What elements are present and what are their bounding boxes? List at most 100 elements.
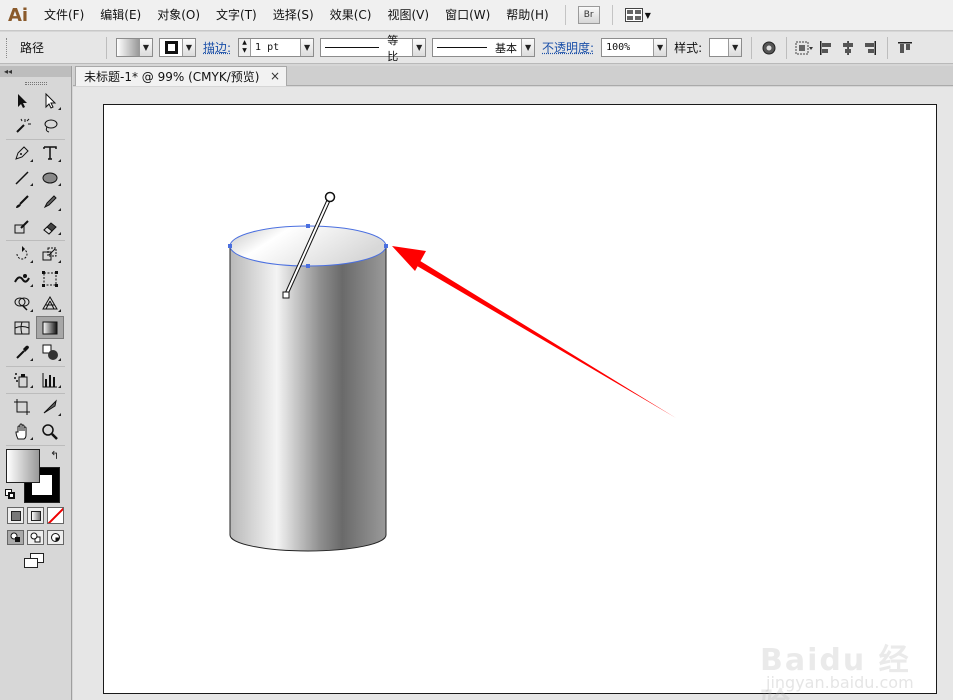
- type-tool[interactable]: [36, 142, 64, 165]
- mesh-tool[interactable]: [8, 316, 36, 339]
- stroke-weight-stepper[interactable]: ▲ ▼: [239, 39, 252, 56]
- free-transform-tool-icon: [42, 270, 58, 287]
- ellipse-tool[interactable]: [36, 166, 64, 189]
- stroke-panel-link[interactable]: 描边:: [199, 39, 235, 56]
- menu-file[interactable]: 文件(F): [36, 0, 92, 31]
- chevron-down-icon: ▼: [139, 39, 152, 56]
- menu-help[interactable]: 帮助(H): [498, 0, 556, 31]
- column-graph-tool-icon: [42, 372, 57, 388]
- document-tab-bar: 未标题-1* @ 99% (CMYK/预览) ×: [73, 66, 953, 86]
- blend-tool[interactable]: [36, 341, 64, 364]
- hand-tool[interactable]: [8, 420, 36, 443]
- fill-swatch-dropdown[interactable]: ▼: [116, 38, 153, 57]
- draw-normal-button[interactable]: [7, 530, 24, 545]
- gradient-mode-button[interactable]: [27, 507, 44, 524]
- document-tab[interactable]: 未标题-1* @ 99% (CMYK/预览) ×: [75, 66, 287, 86]
- stroke-weight-field[interactable]: ▲ ▼ 1 pt ▼: [238, 38, 315, 57]
- artboard-tool[interactable]: [8, 396, 36, 419]
- opacity-field[interactable]: 100% ▼: [601, 38, 668, 57]
- stroke-swatch-dropdown[interactable]: ▼: [159, 38, 196, 57]
- align-center-button[interactable]: [839, 39, 857, 57]
- menu-window[interactable]: 窗口(W): [437, 0, 498, 31]
- chevron-down-icon: ▼: [728, 39, 742, 56]
- cylinder-body[interactable]: [229, 245, 387, 552]
- menu-bar: Ai 文件(F) 编辑(E) 对象(O) 文字(T) 选择(S) 效果(C) 视…: [0, 0, 953, 31]
- screen-mode-button[interactable]: [24, 553, 46, 569]
- pen-tool[interactable]: [8, 142, 36, 165]
- menu-edit[interactable]: 编辑(E): [92, 0, 149, 31]
- line-segment-tool[interactable]: [8, 166, 36, 189]
- color-mode-button[interactable]: [7, 507, 24, 524]
- tools-panel: ◂◂ ↰: [0, 66, 72, 700]
- graphic-style-dropdown[interactable]: ▼: [709, 38, 743, 57]
- gradient-end-handle[interactable]: [324, 191, 336, 203]
- align-to-selection-button[interactable]: [795, 39, 814, 57]
- variable-width-profile-dropdown[interactable]: 等比 ▼: [320, 34, 427, 63]
- artwork[interactable]: [104, 105, 938, 695]
- selection-tool[interactable]: [8, 90, 36, 113]
- slice-tool[interactable]: [36, 396, 64, 419]
- menu-object[interactable]: 对象(O): [149, 0, 208, 31]
- canvas-area[interactable]: Baidu 经验 jingyan.baidu.com: [73, 87, 953, 700]
- scale-tool[interactable]: [36, 243, 64, 266]
- document-tab-title: 未标题-1* @ 99% (CMYK/预览): [84, 70, 260, 84]
- opacity-panel-link[interactable]: 不透明度:: [538, 39, 598, 56]
- hand-tool-icon: [15, 423, 27, 440]
- warp-tool[interactable]: [8, 267, 36, 290]
- profile-line-preview: [325, 47, 380, 48]
- menu-view[interactable]: 视图(V): [379, 0, 437, 31]
- selection-tool-icon: [18, 94, 27, 109]
- direct-selection-tool[interactable]: [36, 90, 64, 113]
- default-fill-stroke-icon[interactable]: [5, 489, 15, 499]
- shape-builder-tool-icon: [14, 297, 30, 311]
- brush-definition-dropdown[interactable]: 基本 ▼: [432, 38, 536, 57]
- zoom-tool-icon: [42, 424, 58, 440]
- shape-builder-tool[interactable]: [8, 292, 36, 315]
- draw-inside-button[interactable]: [47, 530, 64, 545]
- column-graph-tool[interactable]: [36, 368, 64, 391]
- workspace-switcher-button[interactable]: ▼: [624, 8, 651, 22]
- fill-color-swatch[interactable]: [6, 449, 40, 483]
- symbol-sprayer-tool[interactable]: [8, 368, 36, 391]
- menu-select[interactable]: 选择(S): [265, 0, 322, 31]
- align-left-button[interactable]: [817, 39, 835, 57]
- align-right-button[interactable]: [861, 39, 879, 57]
- eyedropper-tool[interactable]: [8, 341, 36, 364]
- control-separator: [751, 36, 753, 59]
- brush-label: 基本: [495, 41, 518, 55]
- perspective-grid-tool[interactable]: [36, 292, 64, 315]
- blob-brush-tool[interactable]: [8, 215, 36, 238]
- panel-grip-icon: [6, 37, 12, 58]
- zoom-tool[interactable]: [36, 420, 64, 443]
- none-mode-button[interactable]: [47, 507, 64, 524]
- gradient-origin-handle[interactable]: [282, 291, 290, 299]
- draw-behind-button[interactable]: [27, 530, 44, 545]
- artboard[interactable]: Baidu 经验 jingyan.baidu.com: [103, 104, 938, 700]
- align-top-button[interactable]: [896, 39, 914, 57]
- tools-panel-collapse[interactable]: ◂◂: [0, 66, 71, 77]
- color-mode-buttons: [0, 507, 71, 524]
- control-bar: 路径 ▼ ▼ 描边: ▲ ▼ 1 pt ▼ 等比 ▼ 基本 ▼ 不透明度: 100…: [0, 32, 953, 64]
- tools-panel-grip[interactable]: [0, 77, 71, 89]
- app-logo: Ai: [7, 4, 29, 26]
- stroke-weight-value[interactable]: 1 pt: [251, 42, 300, 53]
- lasso-tool[interactable]: [36, 114, 64, 137]
- pencil-tool[interactable]: [36, 191, 64, 214]
- paintbrush-tool[interactable]: [8, 191, 36, 214]
- menu-effect[interactable]: 效果(C): [322, 0, 380, 31]
- recolor-artwork-button[interactable]: [760, 39, 778, 57]
- menu-type[interactable]: 文字(T): [208, 0, 265, 31]
- opacity-value[interactable]: 100%: [602, 42, 653, 53]
- bridge-button[interactable]: Br: [577, 6, 600, 24]
- eraser-tool[interactable]: [36, 215, 64, 238]
- chevron-down-icon: ▼: [182, 39, 195, 56]
- gradient-tool[interactable]: [36, 316, 64, 340]
- close-icon[interactable]: ×: [270, 69, 280, 83]
- draw-behind-icon: [30, 532, 41, 543]
- rotate-tool[interactable]: [8, 243, 36, 266]
- swap-fill-stroke-icon[interactable]: ↰: [50, 449, 59, 462]
- magic-wand-tool[interactable]: [8, 114, 36, 137]
- red-arrow-annotation: [392, 246, 676, 418]
- artboard-tool-icon: [14, 399, 30, 416]
- free-transform-tool[interactable]: [36, 267, 64, 290]
